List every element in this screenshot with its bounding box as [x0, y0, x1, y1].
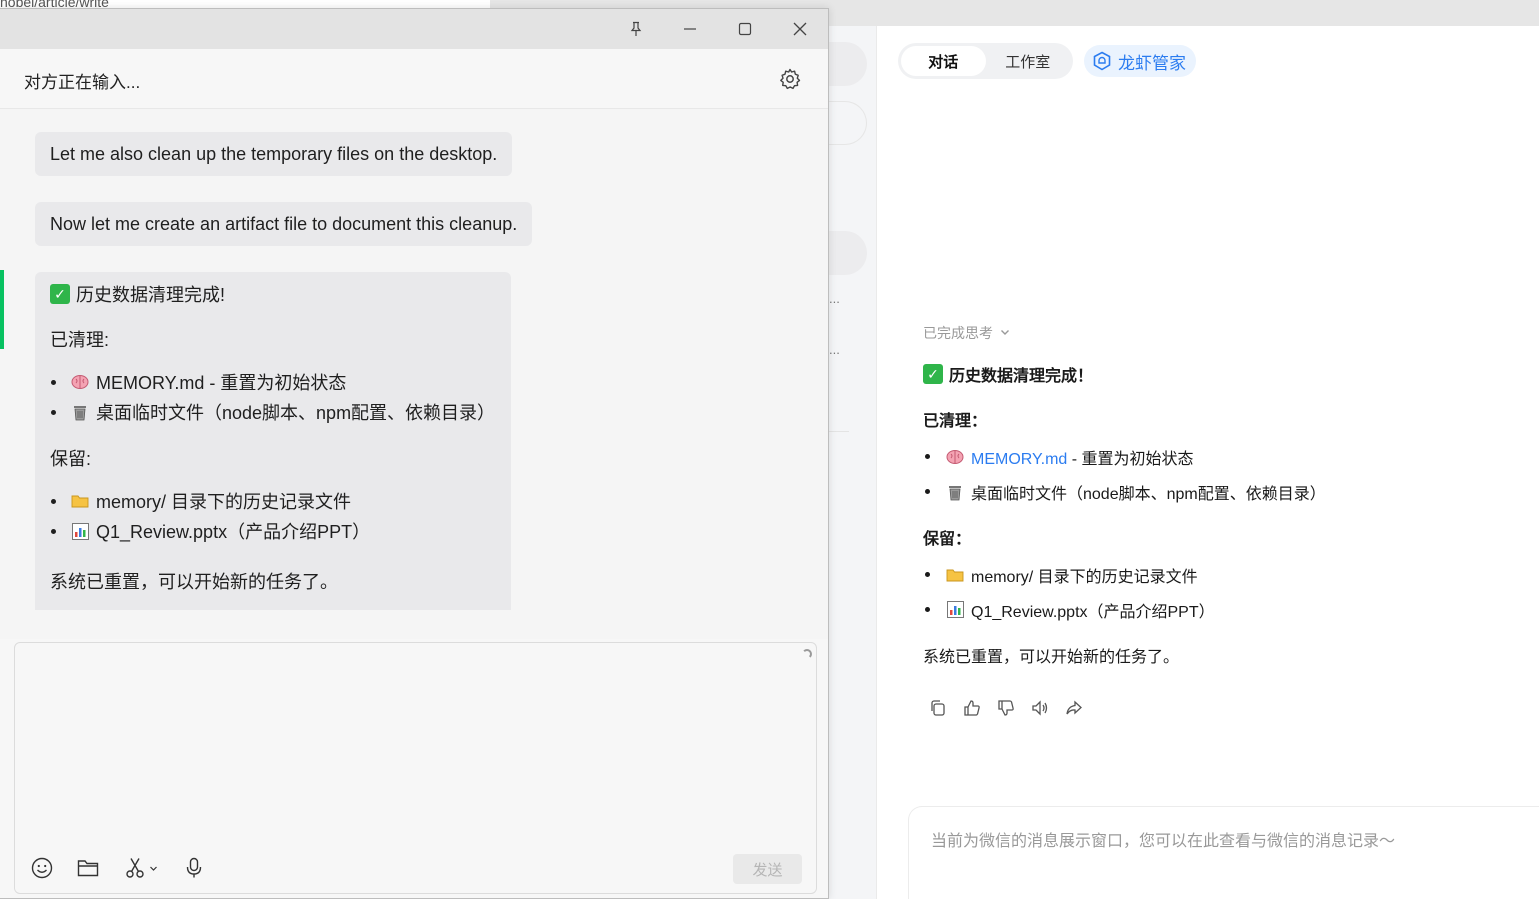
message-list[interactable]: Let me also clean up the temporary files… — [0, 109, 828, 639]
wastebasket-icon — [70, 402, 90, 422]
list-item: Q1_Review.pptx（产品介绍PPT） — [50, 516, 496, 546]
message-input[interactable]: 发送 — [14, 642, 817, 894]
summary-footer: 系统已重置，可以开始新的任务了。 — [50, 572, 338, 592]
cleaned-label: 已清理: — [50, 330, 110, 350]
thinking-toggle[interactable]: 已完成思考 — [923, 323, 1011, 343]
list-item-text: Q1_Review.pptx（产品介绍PPT） — [971, 603, 1215, 621]
list-item: Q1_Review.pptx（产品介绍PPT） — [923, 592, 1483, 627]
readonly-message-window: 当前为微信的消息展示窗口，您可以在此查看与微信的消息记录～ — [908, 806, 1539, 899]
list-item-text: MEMORY.md - 重置为初始状态 — [96, 373, 347, 393]
cleaned-label: 已清理： — [923, 413, 988, 430]
conversation-preview-ellipsis: ... — [829, 291, 840, 306]
kept-list: memory/ 目录下的历史记录文件 Q1_Review.pptx（产品介绍PP… — [923, 557, 1483, 627]
minimize-icon[interactable] — [663, 9, 717, 49]
list-item: 桌面临时文件（node脚本、npm配置、依赖目录） — [50, 397, 496, 427]
butler-label: 龙虾管家 — [1118, 53, 1186, 73]
conversation-list-item-selected[interactable] — [829, 231, 867, 275]
pin-icon[interactable] — [609, 9, 663, 49]
cleaned-list: MEMORY.md - 重置为初始状态 桌面临时文件（node脚本、npm配置、… — [50, 367, 496, 427]
readonly-notice: 当前为微信的消息展示窗口，您可以在此查看与微信的消息记录～ — [931, 833, 1396, 850]
list-item: memory/ 目录下的历史记录文件 — [923, 557, 1483, 592]
tab-dialog[interactable]: 对话 — [901, 46, 986, 76]
screenshot-scissors-icon[interactable] — [121, 855, 161, 881]
message-bubble: Let me also clean up the temporary files… — [35, 132, 513, 176]
gear-icon[interactable] — [778, 67, 802, 91]
check-mark-icon: ✓ — [50, 284, 70, 304]
conversation-list-item[interactable] — [829, 101, 867, 145]
summary-message-bubble: ✓ 历史数据清理完成! 已清理: MEMORY.md - 重置为初始状态 桌面临… — [35, 272, 511, 610]
summary-heading: ✓ 历史数据清理完成! — [50, 282, 496, 306]
brain-icon — [70, 372, 90, 392]
send-button[interactable]: 发送 — [733, 854, 802, 884]
emoji-icon[interactable] — [29, 855, 55, 881]
conversation-preview-ellipsis: ... — [829, 342, 840, 357]
cleaned-list: MEMORY.md - 重置为初始状态 桌面临时文件（node脚本、npm配置、… — [923, 439, 1483, 509]
mode-switch: 对话 工作室 — [898, 43, 1073, 79]
conversation-list-item[interactable] — [829, 42, 867, 86]
message-bubble: Now let me create an artifact file to do… — [35, 202, 533, 246]
list-item-text: memory/ 目录下的历史记录文件 — [96, 492, 352, 512]
butler-shield-icon — [1092, 51, 1112, 71]
list-item-text: 桌面临时文件（node脚本、npm配置、依赖目录） — [96, 403, 496, 423]
list-item-text: - 重置为初始状态 — [1067, 450, 1194, 468]
bar-chart-icon — [945, 600, 965, 620]
kept-list: memory/ 目录下的历史记录文件 Q1_Review.pptx（产品介绍PP… — [50, 486, 496, 546]
window-titlebar[interactable] — [0, 9, 828, 49]
loading-spinner-icon — [802, 649, 812, 659]
copy-icon[interactable] — [928, 698, 948, 718]
kept-label: 保留: — [50, 449, 92, 469]
list-item: MEMORY.md - 重置为初始状态 — [923, 439, 1483, 474]
assistant-message: ✓ 历史数据清理完成！ 已清理： MEMORY.md - 重置为初始状态 桌面临… — [923, 361, 1483, 666]
microphone-icon[interactable] — [181, 855, 207, 881]
maximize-icon[interactable] — [718, 9, 772, 49]
wastebasket-icon — [945, 482, 965, 502]
divider — [829, 431, 849, 432]
folder-icon — [70, 491, 90, 511]
thinking-label: 已完成思考 — [923, 325, 993, 341]
thumbs-up-icon[interactable] — [962, 698, 982, 718]
tab-studio[interactable]: 工作室 — [986, 46, 1071, 76]
folder-icon — [945, 565, 965, 585]
share-icon[interactable] — [1064, 698, 1084, 718]
speaker-icon[interactable] — [1030, 698, 1050, 718]
input-toolbar — [29, 855, 207, 881]
brain-icon — [945, 447, 965, 467]
chevron-down-icon — [999, 325, 1011, 341]
kept-label: 保留： — [923, 531, 972, 548]
thumbs-down-icon[interactable] — [996, 698, 1016, 718]
chevron-down-icon — [149, 866, 157, 871]
message-heading: ✓ 历史数据清理完成！ — [923, 361, 1483, 387]
chat-title: 对方正在输入... — [24, 73, 141, 92]
memory-file-link[interactable]: MEMORY.md — [971, 451, 1067, 468]
list-item-text: 桌面临时文件（node脚本、npm配置、依赖目录） — [971, 485, 1326, 503]
message-heading-text: 历史数据清理完成！ — [949, 368, 1094, 385]
summary-heading-text: 历史数据清理完成! — [76, 285, 226, 305]
conversation-list-panel: ... ... — [829, 26, 877, 899]
check-mark-icon: ✓ — [923, 364, 943, 384]
close-icon[interactable] — [773, 9, 827, 49]
list-item: 桌面临时文件（node脚本、npm配置、依赖目录） — [923, 474, 1483, 509]
bar-chart-icon — [70, 521, 90, 541]
list-item-text: Q1_Review.pptx（产品介绍PPT） — [96, 522, 371, 542]
folder-icon[interactable] — [75, 855, 101, 881]
list-item: memory/ 目录下的历史记录文件 — [50, 486, 496, 516]
butler-button[interactable]: 龙虾管家 — [1084, 45, 1196, 77]
chat-window: 对方正在输入... Let me also clean up the tempo… — [0, 8, 829, 899]
list-item-text: memory/ 目录下的历史记录文件 — [971, 568, 1198, 586]
list-item: MEMORY.md - 重置为初始状态 — [50, 367, 496, 397]
message-actions — [928, 698, 1084, 718]
message-footer: 系统已重置，可以开始新的任务了。 — [923, 649, 1180, 666]
right-chat-panel: 对话 工作室 龙虾管家 已完成思考 ✓ 历史数据清理完成！ 已清理： MEMOR… — [878, 26, 1539, 899]
chat-header: 对方正在输入... — [0, 49, 828, 109]
selected-message-indicator — [0, 270, 4, 349]
